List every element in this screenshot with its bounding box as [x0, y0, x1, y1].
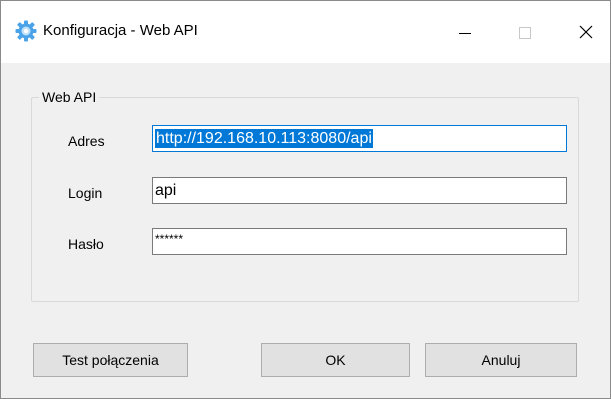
- password-input-value: ******: [155, 232, 184, 246]
- maximize-button[interactable]: [495, 1, 555, 63]
- address-input-value: http://192.168.10.113:8080/api: [155, 129, 373, 148]
- password-input[interactable]: ******: [152, 228, 567, 255]
- title-bar[interactable]: Konfiguracja - Web API: [1, 1, 610, 63]
- test-connection-button[interactable]: Test połączenia: [33, 343, 188, 377]
- close-button[interactable]: [550, 1, 610, 63]
- groupbox-caption: Web API: [39, 89, 100, 105]
- address-label: Adres: [68, 133, 105, 149]
- login-label: Login: [68, 185, 103, 201]
- login-input[interactable]: api: [152, 177, 567, 204]
- maximize-icon: [519, 27, 531, 39]
- minimize-icon: [459, 33, 471, 34]
- address-input[interactable]: http://192.168.10.113:8080/api: [152, 125, 567, 152]
- login-input-value: api: [155, 182, 177, 199]
- ok-button[interactable]: OK: [261, 343, 410, 377]
- close-icon: [579, 25, 593, 39]
- password-label: Hasło: [68, 236, 104, 252]
- minimize-button[interactable]: [435, 1, 495, 63]
- window-title: Konfiguracja - Web API: [43, 22, 198, 39]
- cancel-button[interactable]: Anuluj: [425, 343, 577, 377]
- gear-icon: [15, 20, 37, 42]
- dialog-window: Konfiguracja - Web API Web API Adres htt…: [0, 0, 611, 399]
